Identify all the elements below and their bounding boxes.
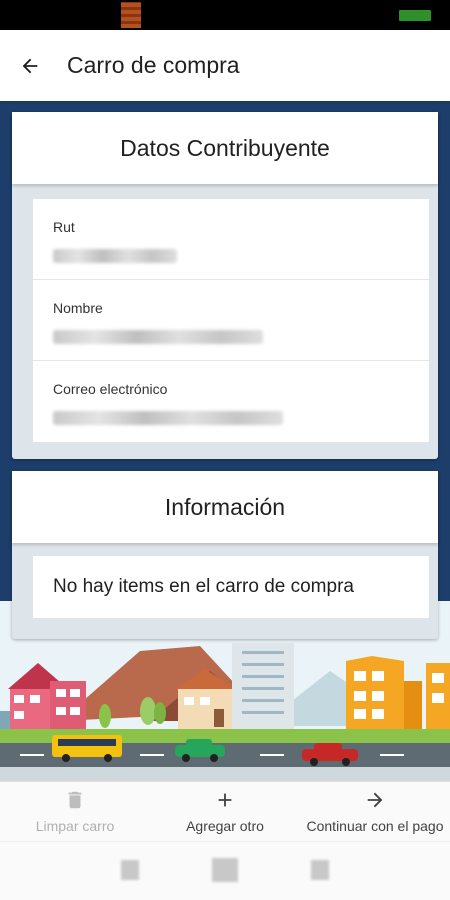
- taxpayer-card: Datos Contribuyente Rut Nombre Correo el…: [12, 112, 438, 459]
- name-label: Nombre: [53, 300, 103, 316]
- name-field: Nombre: [33, 280, 429, 361]
- rut-label: Rut: [53, 219, 75, 235]
- system-back-button[interactable]: [311, 860, 329, 880]
- email-value-redacted: [53, 411, 283, 425]
- notification-icon: [121, 2, 141, 28]
- name-value-redacted: [53, 330, 263, 344]
- app-bar: Carro de compra: [0, 30, 450, 101]
- clear-cart-button[interactable]: Limpar carro: [0, 782, 150, 841]
- info-card: Información No hay items en el carro de …: [12, 471, 438, 639]
- taxpayer-fields: Rut Nombre Correo electrónico: [33, 199, 429, 442]
- info-card-title: Información: [12, 471, 438, 543]
- taxpayer-card-title: Datos Contribuyente: [12, 112, 438, 184]
- arrow-right-icon: [367, 792, 383, 808]
- status-bar: [0, 0, 450, 30]
- recent-apps-button[interactable]: [121, 860, 139, 880]
- home-button[interactable]: [212, 858, 238, 882]
- continue-payment-label: Continuar con el pago: [306, 818, 444, 834]
- plus-icon: [218, 793, 232, 807]
- page-title: Carro de compra: [67, 52, 240, 78]
- clear-cart-label: Limpar carro: [35, 818, 115, 834]
- back-button[interactable]: [0, 30, 60, 101]
- email-label: Correo electrónico: [53, 381, 168, 397]
- cart-actions: Limpar carro Agregar otro Continuar con …: [0, 781, 450, 841]
- add-another-label: Agregar otro: [186, 818, 264, 834]
- system-nav-bar: [0, 841, 450, 900]
- empty-cart-message: No hay items en el carro de compra: [33, 556, 429, 618]
- add-another-button[interactable]: Agregar otro: [150, 782, 300, 841]
- rut-value-redacted: [53, 249, 177, 263]
- email-field: Correo electrónico: [33, 361, 429, 442]
- arrow-left-icon: [22, 58, 38, 73]
- battery-icon: [399, 10, 431, 21]
- trash-icon: [68, 791, 82, 809]
- rut-field: Rut: [33, 199, 429, 280]
- continue-payment-button[interactable]: Continuar con el pago: [300, 782, 450, 841]
